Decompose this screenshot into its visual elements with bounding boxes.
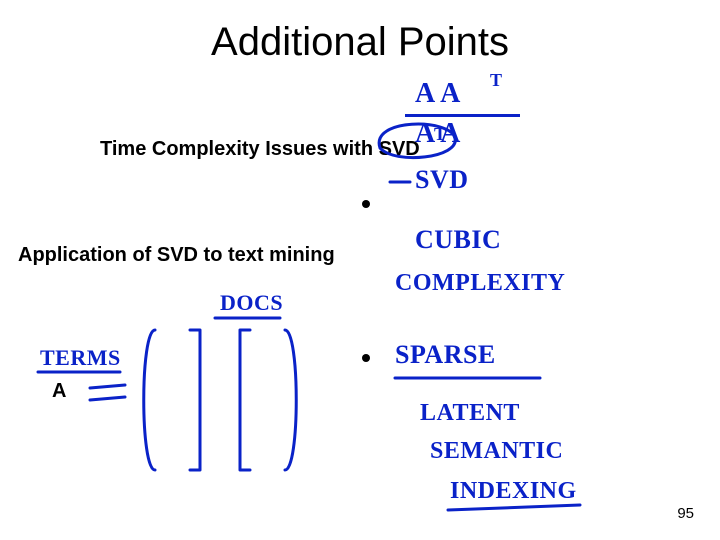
annotation-indexing: INDEXING <box>450 478 577 505</box>
annotation-sparse: SPARSE <box>395 340 496 370</box>
page-number: 95 <box>677 505 694 522</box>
subheading-text-mining: Application of SVD to text mining <box>18 244 335 267</box>
annotation-fraction-bar <box>405 114 520 117</box>
handwritten-marks-svg <box>0 0 720 540</box>
annotation-cubic: CUBIC <box>415 225 501 255</box>
annotation-transpose-superscript-1: T <box>490 70 503 91</box>
annotation-semantic: SEMANTIC <box>430 438 563 465</box>
bullet-dot-1 <box>362 200 370 208</box>
slide-title: Additional Points <box>0 20 720 65</box>
annotation-complexity: COMPLEXITY <box>395 270 565 297</box>
annotation-svd: SVD <box>415 165 469 195</box>
annotation-aat-numerator: A A <box>415 78 461 110</box>
annotation-aat-denominator: A A <box>415 118 461 150</box>
bullet-dot-2 <box>362 354 370 362</box>
annotation-latent: LATENT <box>420 400 520 427</box>
matrix-label-a: A <box>52 380 66 403</box>
handwritten-annotations: A A T A A T SVD CUBIC COMPLEXITY SPARSE … <box>0 0 720 540</box>
annotation-terms: TERMS <box>40 345 121 371</box>
annotation-docs: DOCS <box>220 290 283 316</box>
subheading-time-complexity: Time Complexity Issues with SVD <box>100 138 420 161</box>
annotation-transpose-superscript-2: T <box>434 124 446 145</box>
